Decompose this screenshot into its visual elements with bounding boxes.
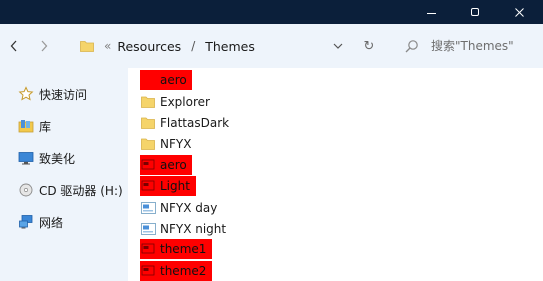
list-item-label: theme2 — [160, 264, 207, 278]
list-item-label: FlattasDark — [160, 116, 230, 130]
maximize-icon — [471, 8, 479, 16]
close-icon — [514, 7, 524, 17]
list-item[interactable]: Explorer — [140, 92, 210, 112]
list-item[interactable]: FlattasDark — [140, 113, 229, 133]
sidebar-item-desktop[interactable]: 致美化 — [18, 148, 75, 168]
breadcrumb-overflow[interactable]: « — [104, 39, 111, 53]
star-icon — [18, 86, 34, 102]
folder-icon — [140, 136, 156, 152]
list-item[interactable]: NFYX night — [140, 219, 226, 239]
list-item-label: NFYX — [160, 137, 192, 151]
breadcrumb-item-resources[interactable]: Resources — [117, 39, 181, 54]
folder-icon — [80, 41, 94, 52]
maximize-button[interactable] — [453, 0, 497, 24]
sidebar-item-label: CD 驱动器 (H:) — [39, 183, 123, 198]
chevron-right-icon — [41, 40, 48, 52]
list-item[interactable]: Light — [140, 176, 196, 196]
navigation-pane: 快速访问 库 致美化 CD 驱动器 (H:) 网络 — [0, 68, 128, 281]
list-item-label: Light — [160, 179, 190, 193]
sidebar-item-label: 致美化 — [39, 151, 76, 166]
theme-file-icon — [140, 241, 156, 257]
address-dropdown-button[interactable] — [330, 24, 346, 68]
list-item[interactable]: theme2 — [140, 261, 212, 281]
search-input[interactable] — [431, 39, 531, 53]
list-item[interactable]: NFYX day — [140, 198, 217, 218]
theme-file-icon — [140, 178, 156, 194]
list-item-label: NFYX day — [160, 201, 218, 215]
library-icon — [18, 118, 34, 134]
minimize-button[interactable] — [409, 0, 453, 24]
chevron-left-icon — [10, 40, 17, 52]
theme-file-icon — [140, 221, 156, 237]
folder-icon — [140, 94, 156, 110]
sidebar-item-quick-access[interactable]: 快速访问 — [18, 84, 87, 104]
refresh-button[interactable]: ↻ — [360, 24, 378, 68]
theme-file-icon — [140, 200, 156, 216]
list-item[interactable]: NFYX — [140, 134, 191, 154]
list-item[interactable]: aero — [140, 70, 192, 90]
list-item-label: Explorer — [160, 95, 210, 109]
list-item-label: theme1 — [160, 242, 207, 256]
redacted-icon — [140, 72, 156, 88]
sidebar-item-network[interactable]: 网络 — [18, 212, 63, 232]
folder-icon — [140, 115, 156, 131]
breadcrumb-separator: / — [191, 39, 196, 53]
address-bar: « Resources / Themes ↻ — [0, 24, 543, 68]
cd-drive-icon — [18, 182, 34, 198]
back-button[interactable] — [2, 24, 26, 68]
list-item[interactable]: aero — [140, 155, 192, 175]
list-item-label: NFYX night — [160, 222, 227, 236]
theme-file-icon — [140, 157, 156, 173]
theme-file-icon — [140, 263, 156, 279]
chevron-down-icon — [333, 43, 343, 49]
sidebar-item-library[interactable]: 库 — [18, 116, 51, 136]
search-icon — [405, 40, 418, 53]
search-box[interactable] — [405, 34, 541, 58]
close-button[interactable] — [497, 0, 541, 24]
desktop-icon — [18, 150, 34, 166]
list-item[interactable]: theme1 — [140, 239, 212, 259]
breadcrumb[interactable]: « Resources / Themes — [70, 24, 255, 68]
sidebar-item-label: 网络 — [39, 215, 64, 230]
list-item-label: aero — [160, 158, 187, 172]
title-bar — [0, 0, 543, 24]
forward-button[interactable] — [32, 24, 56, 68]
minimize-icon — [426, 12, 436, 14]
list-item-label: aero — [160, 73, 187, 87]
network-icon — [18, 214, 34, 230]
file-list: aero Explorer FlattasDark NFYX aero Ligh… — [128, 68, 543, 281]
sidebar-item-cd-drive[interactable]: CD 驱动器 (H:) — [18, 180, 123, 200]
sidebar-item-label: 快速访问 — [39, 87, 88, 102]
sidebar-item-label: 库 — [39, 119, 52, 134]
refresh-icon: ↻ — [363, 38, 375, 54]
breadcrumb-item-themes[interactable]: Themes — [205, 39, 255, 54]
